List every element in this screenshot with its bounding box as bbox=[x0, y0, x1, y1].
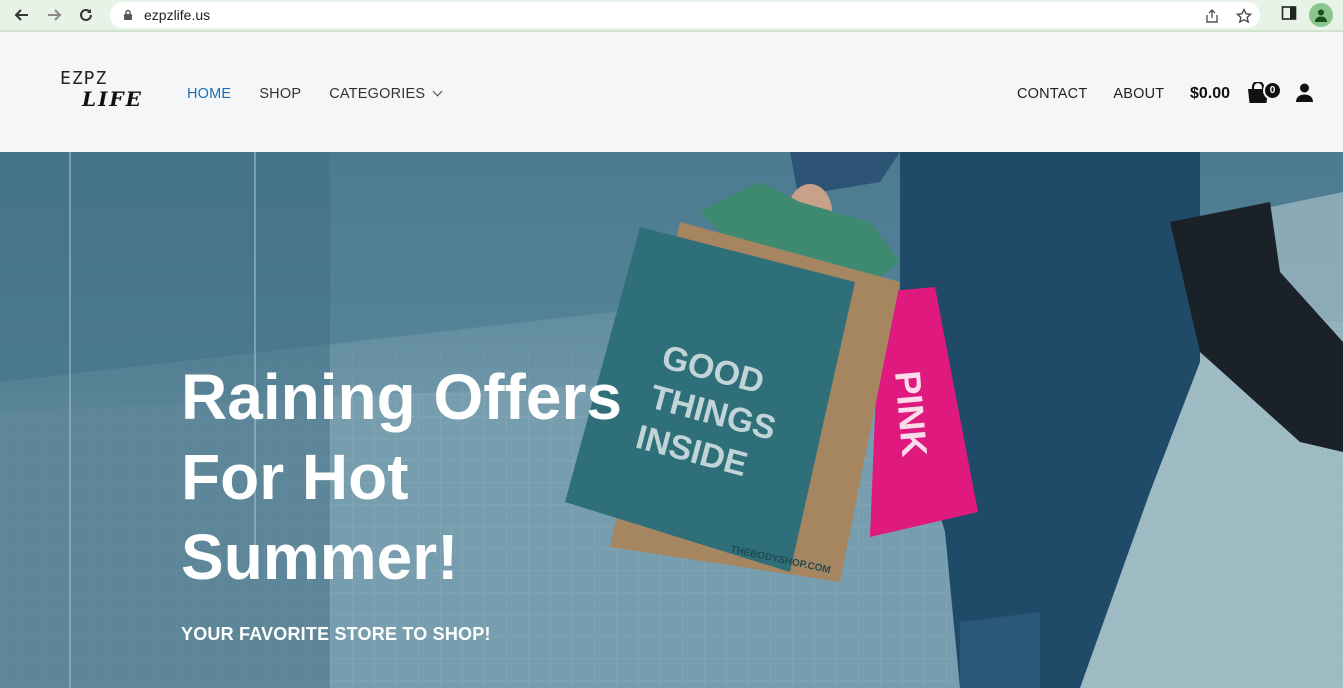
nav-about[interactable]: ABOUT bbox=[1113, 86, 1164, 102]
hero-banner: GOOD THEBODYSHOP.COM PINK THINGS INSIDE R… bbox=[0, 152, 1343, 688]
chevron-down-icon bbox=[432, 86, 443, 97]
site-logo[interactable]: EZPZ LIFE bbox=[60, 68, 143, 118]
logo-bottom-text: LIFE bbox=[82, 87, 143, 111]
main-nav: HOME SHOP CATEGORIES bbox=[187, 86, 443, 102]
hero-title: Raining Offers For Hot Summer! bbox=[181, 361, 622, 593]
reload-button[interactable] bbox=[72, 1, 100, 29]
secondary-nav: CONTACT ABOUT bbox=[1017, 86, 1164, 102]
site-header: EZPZ LIFE HOME SHOP CATEGORIES CONTACT A… bbox=[0, 34, 1343, 152]
nav-home[interactable]: HOME bbox=[187, 86, 231, 102]
address-bar[interactable]: ezpzlife.us bbox=[110, 2, 1260, 28]
cart-count-badge: 0 bbox=[1263, 81, 1282, 100]
user-icon[interactable] bbox=[1295, 83, 1314, 102]
lock-icon bbox=[124, 9, 132, 20]
profile-icon[interactable] bbox=[1309, 3, 1333, 27]
hero-subtitle: YOUR FAVORITE STORE TO SHOP! bbox=[181, 624, 491, 644]
nav-categories[interactable]: CATEGORIES bbox=[329, 86, 443, 102]
reload-icon bbox=[80, 8, 92, 21]
logo-top-text: EZPZ bbox=[60, 68, 108, 89]
share-icon[interactable] bbox=[1203, 7, 1221, 25]
nav-shop[interactable]: SHOP bbox=[259, 86, 301, 102]
back-arrow-icon bbox=[14, 9, 28, 21]
back-button[interactable] bbox=[8, 1, 36, 29]
nav-categories-label: CATEGORIES bbox=[329, 86, 426, 102]
bag-pink-text: PINK bbox=[887, 369, 935, 458]
nav-contact[interactable]: CONTACT bbox=[1017, 86, 1087, 102]
star-icon[interactable] bbox=[1235, 7, 1253, 25]
sidebar-icon[interactable] bbox=[1281, 5, 1297, 26]
forward-button[interactable] bbox=[40, 1, 68, 29]
url-text: ezpzlife.us bbox=[144, 7, 211, 23]
cart-total[interactable]: $0.00 bbox=[1190, 85, 1230, 103]
browser-toolbar: ezpzlife.us bbox=[0, 0, 1343, 32]
forward-arrow-icon bbox=[48, 9, 62, 21]
